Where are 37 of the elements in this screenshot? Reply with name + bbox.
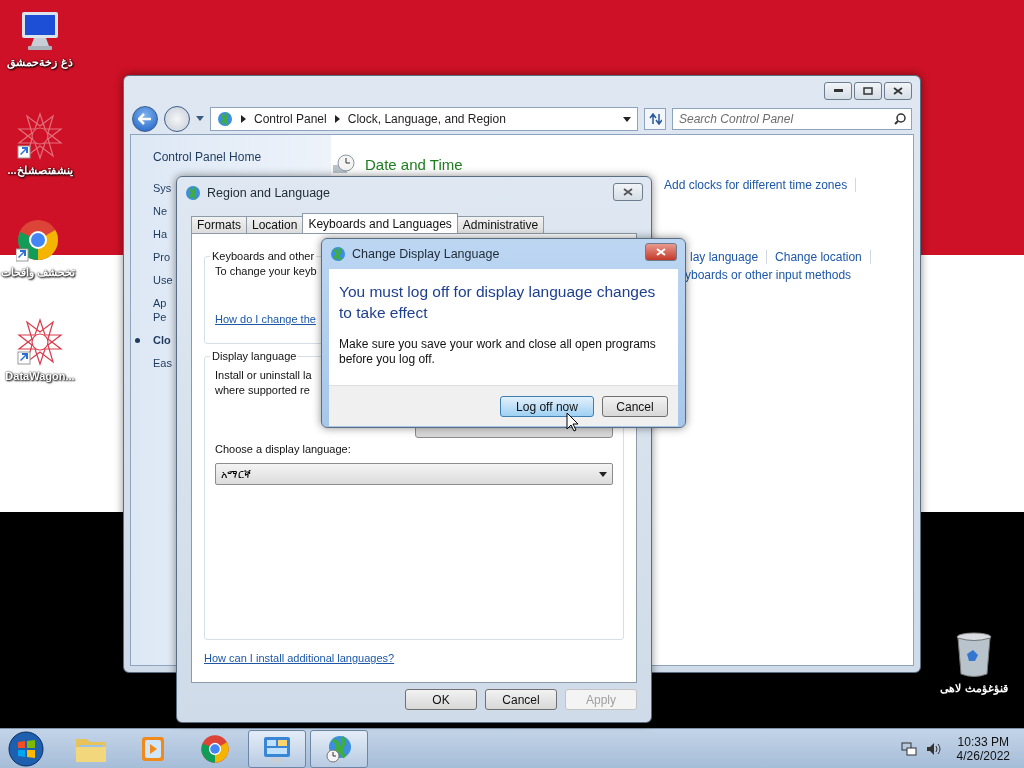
- group-title: Keyboards and other: [211, 250, 316, 262]
- desktop-icon-label[interactable]: DataWagon...: [5, 370, 75, 382]
- clock[interactable]: 10:33 PM 4/26/2022: [948, 734, 1018, 763]
- sidebar-item[interactable]: Clo: [153, 333, 331, 347]
- task-link[interactable]: Add clocks for different time zones: [664, 178, 848, 192]
- group-text: where supported re: [215, 383, 311, 398]
- tab[interactable]: Formats: [191, 216, 247, 233]
- group-title: Display language: [211, 350, 298, 362]
- sidebar-link[interactable]: Control Panel Home: [153, 150, 331, 164]
- dialog-button[interactable]: Log off now: [500, 396, 594, 417]
- task-link[interactable]: lay language: [690, 250, 759, 264]
- language-select[interactable]: አማርኛ: [215, 463, 613, 485]
- breadcrumb-item[interactable]: Control Panel: [254, 112, 327, 126]
- search-field[interactable]: Search Control Panel: [672, 108, 912, 130]
- group-text: Install or uninstall la: [215, 368, 313, 383]
- task-link[interactable]: Change location: [775, 250, 862, 264]
- tab[interactable]: Location: [246, 216, 304, 233]
- section-heading[interactable]: Date and Time: [365, 155, 463, 173]
- desktop-icon-label[interactable]: ذغ زخةحمشق: [7, 56, 73, 69]
- desktop-icon-label[interactable]: قنؤغؤمث لاهى: [940, 682, 1008, 695]
- tab[interactable]: Keyboards and Languages: [302, 213, 458, 233]
- tab[interactable]: Administrative: [456, 216, 545, 233]
- dialog-message: Make sure you save your work and close all open programs before you log off.: [339, 337, 657, 367]
- task-link[interactable]: yboards or other input methods: [685, 268, 852, 282]
- desktop-icon-label[interactable]: ...ينشفتصشلخ: [7, 164, 73, 177]
- dialog-button[interactable]: Cancel: [602, 396, 668, 417]
- field-label: Choose a display language:: [215, 442, 352, 457]
- dialog-button[interactable]: OK: [405, 689, 477, 710]
- dialog-button[interactable]: Cancel: [485, 689, 557, 710]
- breadcrumb-item[interactable]: Clock, Language, and Region: [347, 112, 506, 126]
- dialog-title: Region and Language: [207, 186, 331, 200]
- dialog-title: Change Display Language: [352, 247, 500, 261]
- group-text: To change your keyb: [215, 264, 318, 279]
- address-bar[interactable]: Control Panel Clock, Language, and Region: [210, 107, 638, 131]
- desktop-icon-label[interactable]: تخحشف واقحات: [0, 266, 76, 279]
- help-link[interactable]: How can I install additional languages?: [204, 652, 395, 664]
- dialog-heading: You must log off for display language changes to take effect: [339, 282, 657, 323]
